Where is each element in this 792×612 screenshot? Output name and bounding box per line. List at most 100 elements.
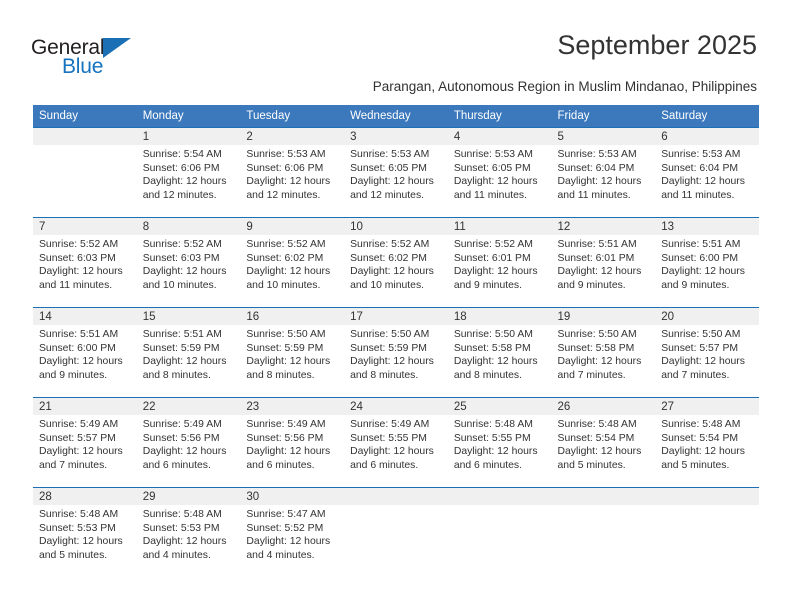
day-cell[interactable]: 24 Sunrise: 5:49 AM Sunset: 5:55 PM Dayligh… bbox=[344, 397, 448, 487]
sunset-text: Sunset: 5:54 PM bbox=[557, 432, 635, 444]
weekday-header-tuesday: Tuesday bbox=[240, 105, 345, 127]
day-cell[interactable]: 28 Sunrise: 5:48 AM Sunset: 5:53 PM Dayligh… bbox=[33, 487, 137, 577]
day-sun-info: Sunrise: 5:53 AM Sunset: 6:04 PM Daylight:… bbox=[655, 145, 759, 202]
calendar-cell: 14 Sunrise: 5:51 AM Sunset: 6:00 PM Dayligh… bbox=[33, 307, 137, 397]
calendar-cell: 27 Sunrise: 5:48 AM Sunset: 5:54 PM Dayligh… bbox=[655, 397, 759, 487]
day-cell[interactable]: 11 Sunrise: 5:52 AM Sunset: 6:01 PM Dayligh… bbox=[447, 217, 552, 307]
sunset-text: Sunset: 6:05 PM bbox=[453, 162, 531, 174]
day-cell[interactable]: 2 Sunrise: 5:53 AM Sunset: 6:06 PM Daylight… bbox=[240, 127, 345, 217]
sunset-text: Sunset: 5:53 PM bbox=[39, 522, 116, 534]
calendar-cell: 9 Sunrise: 5:52 AM Sunset: 6:02 PM Daylight… bbox=[240, 217, 345, 307]
sunset-text: Sunset: 6:01 PM bbox=[453, 252, 531, 264]
day-cell[interactable]: 6 Sunrise: 5:53 AM Sunset: 6:04 PM Daylight… bbox=[655, 127, 759, 217]
day-cell[interactable]: 13 Sunrise: 5:51 AM Sunset: 6:00 PM Dayligh… bbox=[655, 217, 759, 307]
daylight-text: Daylight: 12 hours and 8 minutes. bbox=[350, 356, 434, 381]
daylight-text: Daylight: 12 hours and 6 minutes. bbox=[350, 446, 434, 471]
weekday-header-saturday: Saturday bbox=[655, 105, 759, 127]
calendar-cell bbox=[344, 487, 448, 577]
day-cell[interactable]: 3 Sunrise: 5:53 AM Sunset: 6:05 PM Daylight… bbox=[344, 127, 448, 217]
daylight-text: Daylight: 12 hours and 10 minutes. bbox=[246, 266, 331, 291]
sunrise-text: Sunrise: 5:50 AM bbox=[661, 329, 741, 340]
sunset-text: Sunset: 6:05 PM bbox=[350, 162, 427, 174]
day-cell[interactable]: 21 Sunrise: 5:49 AM Sunset: 5:57 PM Dayligh… bbox=[33, 397, 137, 487]
day-cell-empty bbox=[447, 487, 552, 577]
day-number: 2 bbox=[240, 128, 345, 145]
calendar-cell: 22 Sunrise: 5:49 AM Sunset: 5:56 PM Dayligh… bbox=[136, 397, 241, 487]
day-number bbox=[33, 128, 137, 145]
day-cell[interactable]: 14 Sunrise: 5:51 AM Sunset: 6:00 PM Dayligh… bbox=[33, 307, 137, 397]
day-cell[interactable]: 19 Sunrise: 5:50 AM Sunset: 5:58 PM Dayligh… bbox=[551, 307, 656, 397]
calendar-cell: 1 Sunrise: 5:54 AM Sunset: 6:06 PM Daylight… bbox=[136, 127, 241, 217]
day-number: 6 bbox=[655, 128, 759, 145]
day-cell[interactable]: 20 Sunrise: 5:50 AM Sunset: 5:57 PM Dayligh… bbox=[655, 307, 759, 397]
calendar-cell: 18 Sunrise: 5:50 AM Sunset: 5:58 PM Dayligh… bbox=[447, 307, 552, 397]
day-cell[interactable]: 16 Sunrise: 5:50 AM Sunset: 5:59 PM Dayligh… bbox=[240, 307, 345, 397]
day-sun-info: Sunrise: 5:53 AM Sunset: 6:04 PM Daylight:… bbox=[552, 145, 656, 202]
sunrise-text: Sunrise: 5:50 AM bbox=[350, 329, 430, 340]
sunrise-text: Sunrise: 5:51 AM bbox=[557, 239, 637, 250]
calendar-cell bbox=[655, 487, 759, 577]
day-cell[interactable]: 30 Sunrise: 5:47 AM Sunset: 5:52 PM Dayligh… bbox=[240, 487, 345, 577]
daylight-text: Daylight: 12 hours and 5 minutes. bbox=[557, 446, 642, 471]
weekday-header-friday: Friday bbox=[551, 105, 656, 127]
calendar-cell bbox=[33, 127, 137, 217]
day-cell[interactable]: 29 Sunrise: 5:48 AM Sunset: 5:53 PM Dayligh… bbox=[136, 487, 241, 577]
sunrise-text: Sunrise: 5:48 AM bbox=[557, 419, 637, 430]
sunset-text: Sunset: 6:01 PM bbox=[557, 252, 635, 264]
day-cell[interactable]: 12 Sunrise: 5:51 AM Sunset: 6:01 PM Dayligh… bbox=[551, 217, 656, 307]
day-number: 15 bbox=[136, 308, 241, 325]
day-cell[interactable]: 23 Sunrise: 5:49 AM Sunset: 5:56 PM Dayligh… bbox=[240, 397, 345, 487]
weekday-header-thursday: Thursday bbox=[447, 105, 552, 127]
sunset-text: Sunset: 5:58 PM bbox=[453, 342, 531, 354]
logo-text-blue: Blue bbox=[62, 55, 104, 78]
sunrise-text: Sunrise: 5:52 AM bbox=[246, 239, 326, 250]
calendar-cell: 30 Sunrise: 5:47 AM Sunset: 5:52 PM Dayligh… bbox=[240, 487, 345, 577]
calendar-cell: 10 Sunrise: 5:52 AM Sunset: 6:02 PM Dayligh… bbox=[344, 217, 448, 307]
day-number: 22 bbox=[136, 398, 241, 415]
day-cell[interactable]: 1 Sunrise: 5:54 AM Sunset: 6:06 PM Daylight… bbox=[136, 127, 241, 217]
sunrise-text: Sunrise: 5:53 AM bbox=[661, 149, 741, 160]
day-sun-info: Sunrise: 5:53 AM Sunset: 6:05 PM Daylight:… bbox=[344, 145, 448, 202]
calendar-body: 1 Sunrise: 5:54 AM Sunset: 6:06 PM Daylight… bbox=[33, 127, 759, 577]
day-cell[interactable]: 10 Sunrise: 5:52 AM Sunset: 6:02 PM Dayligh… bbox=[344, 217, 448, 307]
daylight-text: Daylight: 12 hours and 4 minutes. bbox=[246, 536, 331, 561]
day-sun-info: Sunrise: 5:52 AM Sunset: 6:02 PM Daylight:… bbox=[344, 235, 448, 292]
day-number bbox=[655, 488, 759, 505]
daylight-text: Daylight: 12 hours and 8 minutes. bbox=[246, 356, 331, 381]
day-cell[interactable]: 9 Sunrise: 5:52 AM Sunset: 6:02 PM Daylight… bbox=[240, 217, 345, 307]
day-number: 5 bbox=[551, 128, 656, 145]
day-cell[interactable]: 18 Sunrise: 5:50 AM Sunset: 5:58 PM Dayligh… bbox=[447, 307, 552, 397]
day-cell[interactable]: 26 Sunrise: 5:48 AM Sunset: 5:54 PM Dayligh… bbox=[551, 397, 656, 487]
sunrise-text: Sunrise: 5:49 AM bbox=[39, 419, 119, 430]
day-cell[interactable]: 27 Sunrise: 5:48 AM Sunset: 5:54 PM Dayligh… bbox=[655, 397, 759, 487]
day-sun-info: Sunrise: 5:48 AM Sunset: 5:54 PM Daylight:… bbox=[552, 415, 656, 472]
sunset-text: Sunset: 5:59 PM bbox=[350, 342, 427, 354]
calendar-cell: 17 Sunrise: 5:50 AM Sunset: 5:59 PM Dayligh… bbox=[344, 307, 448, 397]
day-sun-info: Sunrise: 5:49 AM Sunset: 5:55 PM Daylight:… bbox=[344, 415, 448, 472]
sunrise-text: Sunrise: 5:52 AM bbox=[453, 239, 533, 250]
day-cell[interactable]: 25 Sunrise: 5:48 AM Sunset: 5:55 PM Dayligh… bbox=[447, 397, 552, 487]
day-sun-info: Sunrise: 5:48 AM Sunset: 5:53 PM Daylight:… bbox=[137, 505, 241, 562]
day-sun-info: Sunrise: 5:48 AM Sunset: 5:53 PM Daylight:… bbox=[33, 505, 137, 562]
day-cell[interactable]: 8 Sunrise: 5:52 AM Sunset: 6:03 PM Daylight… bbox=[136, 217, 241, 307]
daylight-text: Daylight: 12 hours and 5 minutes. bbox=[661, 446, 745, 471]
day-cell[interactable]: 22 Sunrise: 5:49 AM Sunset: 5:56 PM Dayligh… bbox=[136, 397, 241, 487]
calendar-cell: 8 Sunrise: 5:52 AM Sunset: 6:03 PM Daylight… bbox=[136, 217, 241, 307]
day-cell[interactable]: 5 Sunrise: 5:53 AM Sunset: 6:04 PM Daylight… bbox=[551, 127, 656, 217]
general-blue-logo[interactable]: General Blue bbox=[31, 36, 161, 80]
day-number: 4 bbox=[447, 128, 552, 145]
daylight-text: Daylight: 12 hours and 9 minutes. bbox=[661, 266, 745, 291]
calendar-cell: 15 Sunrise: 5:51 AM Sunset: 5:59 PM Dayligh… bbox=[136, 307, 241, 397]
day-cell[interactable]: 15 Sunrise: 5:51 AM Sunset: 5:59 PM Dayligh… bbox=[136, 307, 241, 397]
calendar-week-row: 28 Sunrise: 5:48 AM Sunset: 5:53 PM Dayligh… bbox=[33, 487, 759, 577]
day-sun-info: Sunrise: 5:50 AM Sunset: 5:57 PM Daylight:… bbox=[655, 325, 759, 382]
day-sun-info: Sunrise: 5:50 AM Sunset: 5:59 PM Daylight:… bbox=[240, 325, 344, 382]
day-number: 16 bbox=[240, 308, 345, 325]
day-cell[interactable]: 7 Sunrise: 5:52 AM Sunset: 6:03 PM Daylight… bbox=[33, 217, 137, 307]
day-sun-info: Sunrise: 5:50 AM Sunset: 5:58 PM Daylight:… bbox=[552, 325, 656, 382]
calendar-week-row: 1 Sunrise: 5:54 AM Sunset: 6:06 PM Daylight… bbox=[33, 127, 759, 217]
day-cell[interactable]: 4 Sunrise: 5:53 AM Sunset: 6:05 PM Daylight… bbox=[447, 127, 552, 217]
day-number: 1 bbox=[136, 128, 241, 145]
daylight-text: Daylight: 12 hours and 11 minutes. bbox=[661, 176, 745, 201]
day-cell[interactable]: 17 Sunrise: 5:50 AM Sunset: 5:59 PM Dayligh… bbox=[344, 307, 448, 397]
